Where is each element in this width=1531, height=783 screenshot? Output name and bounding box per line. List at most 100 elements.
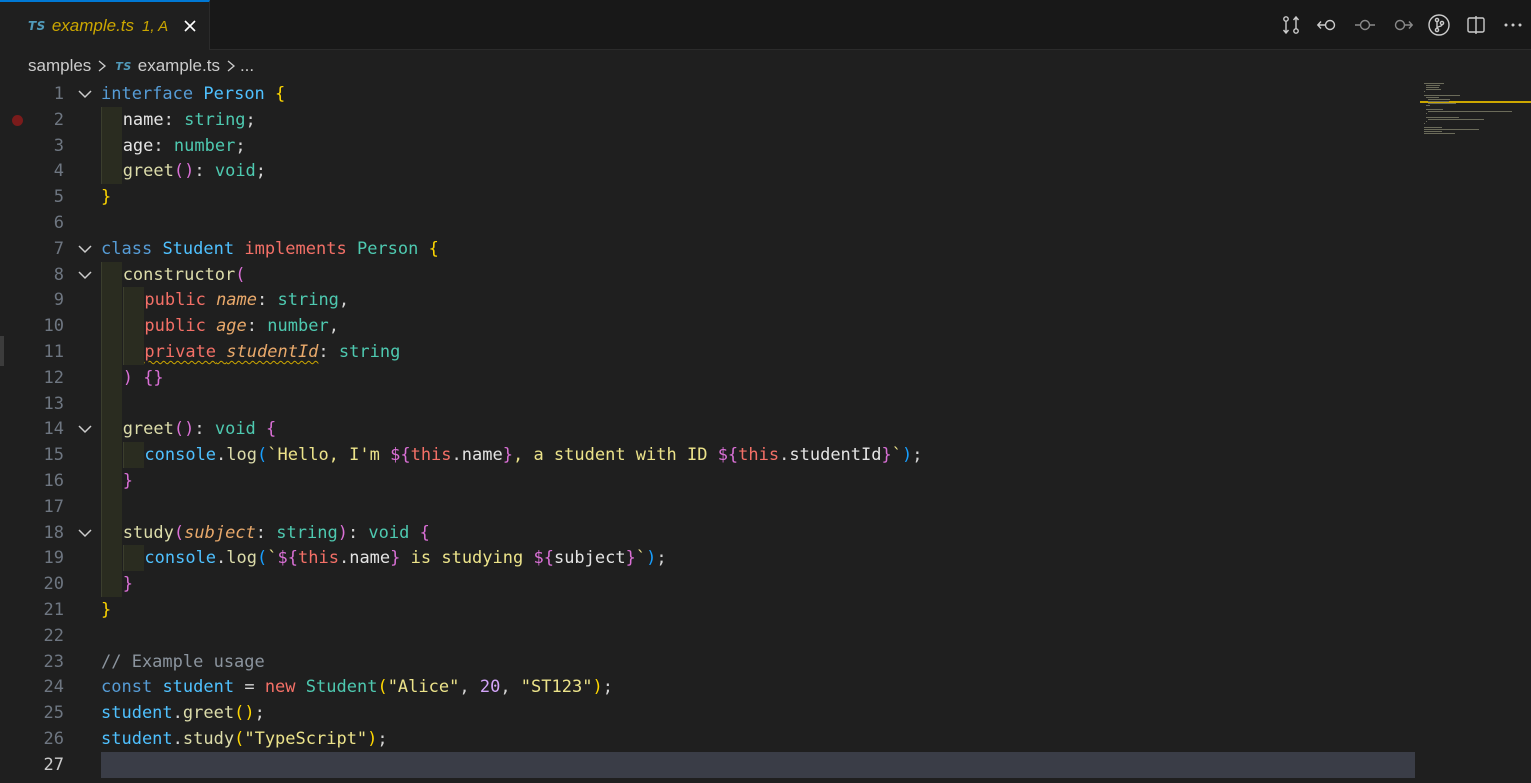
code-token: : — [318, 342, 339, 362]
code-token: . — [172, 729, 183, 749]
code-token: // Example usage — [101, 651, 265, 672]
line-number: 8 — [53, 264, 64, 285]
code-line[interactable]: 14 greet(): void { — [0, 416, 1420, 443]
code-line[interactable]: 6 — [0, 210, 1420, 236]
code-editor[interactable]: 1 interface Person {2 name: string; 3 age: n… — [0, 81, 1531, 783]
chevron-down-icon[interactable] — [76, 420, 94, 438]
split-editor-icon[interactable] — [1457, 10, 1494, 40]
minimap[interactable] — [1420, 81, 1531, 783]
code-line[interactable]: 16} — [0, 468, 1420, 494]
code-token: ) — [367, 729, 378, 749]
code-text: } — [123, 468, 133, 494]
indent-guide — [122, 313, 144, 340]
code-token: ( — [235, 264, 246, 285]
chevron-down-icon[interactable] — [76, 240, 94, 258]
breadcrumb-file[interactable]: example.ts — [138, 56, 220, 76]
code-line[interactable]: 18 study(subject: string): void { — [0, 519, 1420, 546]
chevron-down-icon[interactable] — [76, 524, 94, 542]
minimap-line — [1428, 103, 1456, 104]
code-token: greet — [122, 419, 174, 440]
code-token: { — [428, 238, 439, 259]
go-back-icon[interactable] — [1309, 10, 1346, 40]
code-text: } — [101, 597, 111, 623]
code-token: { — [266, 419, 277, 440]
code-token: ; — [377, 729, 388, 749]
minimap-line — [1424, 123, 1426, 124]
typescript-file-icon: TS — [115, 59, 132, 73]
breadcrumb-symbols[interactable]: ... — [240, 56, 254, 76]
minimap-line — [1424, 129, 1479, 130]
code-line[interactable]: 4 greet(): void; — [0, 158, 1420, 185]
code-line[interactable]: 25 student.greet(); — [0, 700, 1420, 726]
indent-guide — [101, 364, 122, 391]
code-token: } — [101, 187, 112, 208]
code-token: } — [122, 471, 133, 491]
code-line[interactable]: 10 public age: number, — [0, 313, 1420, 340]
code-token: public — [144, 290, 206, 311]
code-line[interactable]: 19 console.log(`${this.name} is studying … — [0, 545, 1420, 572]
tab-example-ts[interactable]: TS example.ts 1, A — [0, 0, 210, 50]
code-token: : — [255, 522, 277, 543]
code-token: () — [173, 161, 195, 182]
code-token: new — [264, 677, 296, 698]
compare-changes-icon[interactable] — [1272, 10, 1309, 40]
minimap-line — [1426, 85, 1441, 86]
code-text: } — [101, 184, 111, 210]
code-line[interactable]: 13 — [0, 390, 1420, 417]
code-line[interactable]: 24 const student = new Student("Alice", 2… — [0, 674, 1420, 700]
code-line[interactable]: 23 // Example usage — [0, 649, 1420, 675]
code-token: ) — [646, 548, 657, 569]
code-text: // Example usage — [101, 649, 265, 675]
breadcrumb: samples TS example.ts ... — [28, 54, 254, 78]
code-line[interactable]: 9 public name: string, — [0, 287, 1420, 314]
line-number: 17 — [43, 496, 64, 517]
code-line[interactable]: 3 age: number; — [0, 132, 1420, 159]
code-line[interactable]: 21} — [0, 597, 1420, 623]
chevron-right-icon — [226, 59, 236, 73]
code-token: student — [101, 729, 173, 749]
code-token: : — [246, 316, 268, 337]
code-token: ` — [635, 548, 647, 569]
code-token: number — [267, 316, 329, 337]
code-text: interface Person { — [101, 81, 285, 107]
close-icon[interactable] — [178, 14, 202, 38]
code-token: ) — [902, 445, 913, 466]
code-token: , — [338, 290, 350, 311]
source-control-icon[interactable] — [1420, 10, 1457, 40]
minimap-line — [1424, 91, 1426, 92]
code-line[interactable]: 26 student.study("TypeScript"); — [0, 726, 1420, 752]
code-line[interactable]: 1 interface Person { — [0, 81, 1420, 107]
chevron-down-icon[interactable] — [76, 266, 94, 284]
line-number: 11 — [43, 342, 64, 362]
code-line[interactable]: 2 name: string; — [0, 106, 1420, 133]
code-line[interactable]: 5} — [0, 184, 1420, 210]
code-line[interactable]: 12) {} — [0, 364, 1420, 391]
indent-guide — [101, 571, 122, 598]
code-text: greet(): void { — [123, 416, 277, 442]
line-number: 24 — [43, 677, 64, 698]
chevron-down-icon[interactable] — [76, 85, 94, 103]
minimap-line — [1426, 113, 1428, 114]
code-line[interactable]: 15 console.log(`Hello, I'm ${this.name}, … — [0, 442, 1420, 469]
timeline-icon[interactable] — [1346, 10, 1383, 40]
code-line[interactable]: 20} — [0, 571, 1420, 598]
go-forward-icon[interactable] — [1383, 10, 1420, 40]
code-token: ${ — [717, 445, 739, 466]
line-number: 18 — [43, 522, 64, 543]
code-text: public name: string, — [144, 287, 349, 313]
indent-guide — [101, 106, 122, 133]
code-token: ; — [912, 445, 923, 466]
more-actions-icon[interactable] — [1494, 10, 1531, 40]
code-token: "Alice" — [387, 677, 460, 698]
code-line[interactable]: 17 — [0, 493, 1420, 520]
breadcrumb-folder[interactable]: samples — [28, 56, 91, 76]
code-line[interactable]: 27 — [0, 751, 1420, 778]
code-line[interactable]: 22 — [0, 623, 1420, 649]
minimap-line — [1426, 89, 1442, 90]
code-token: { — [275, 84, 286, 104]
code-token: name — [349, 548, 391, 569]
code-line[interactable]: 11 private studentId: string — [0, 339, 1420, 365]
code-line[interactable]: 8 constructor( — [0, 261, 1420, 288]
code-line[interactable]: 7 class Student implements Person { — [0, 236, 1420, 262]
